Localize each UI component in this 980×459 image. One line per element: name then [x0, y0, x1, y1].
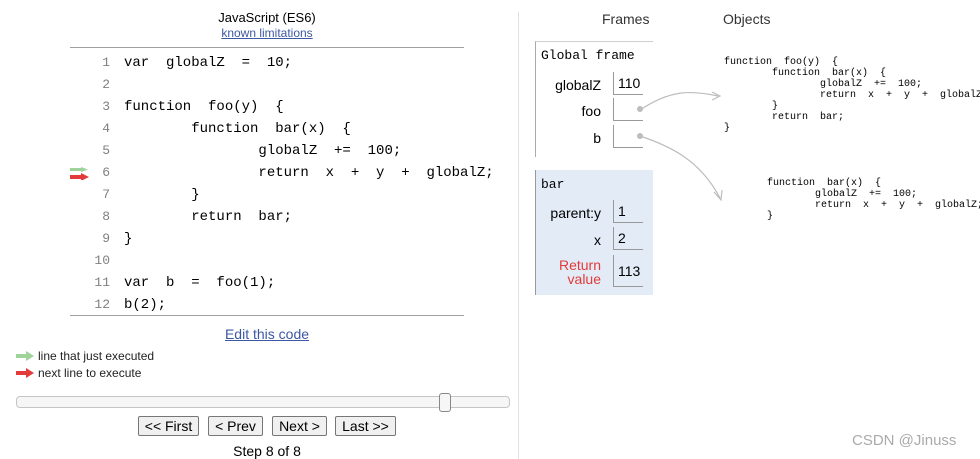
- code-line[interactable]: 2: [70, 74, 464, 96]
- execution-slider-handle[interactable]: [439, 393, 451, 412]
- var-name-x: x: [594, 232, 601, 248]
- var-value-x: 2: [613, 227, 643, 250]
- panel-divider: [518, 12, 519, 459]
- line-code-text: return bar;: [124, 209, 293, 225]
- code-listing: 1 var globalZ = 10; 2 3 function foo(y) { 4 f…: [70, 52, 494, 316]
- line-code-text: var globalZ = 10;: [124, 55, 293, 71]
- next-button[interactable]: Next >: [272, 416, 327, 436]
- red-arrow-icon: [16, 368, 34, 378]
- code-line[interactable]: 8 return bar;: [70, 206, 464, 228]
- frames-header: Frames: [602, 11, 650, 27]
- line-code-text: return x + y + globalZ;: [124, 165, 494, 181]
- line-number: 9: [102, 231, 110, 246]
- language-title: JavaScript (ES6): [218, 10, 316, 25]
- step-counter: Step 8 of 8: [233, 443, 301, 459]
- bar-function-object: function bar(x) { globalZ += 100; return…: [767, 178, 980, 222]
- line-code-text: }: [124, 231, 133, 247]
- current-line-arrow-icon: [70, 167, 89, 180]
- code-line[interactable]: 7 }: [70, 184, 464, 206]
- code-line[interactable]: 10: [70, 250, 464, 272]
- last-button[interactable]: Last >>: [335, 416, 396, 436]
- global-frame-title: Global frame: [541, 48, 635, 63]
- foo-pointer-arrow: [639, 91, 719, 111]
- line-number: 3: [102, 99, 110, 114]
- return-value-label-line2: value: [567, 271, 601, 287]
- line-number: 12: [94, 297, 110, 312]
- legend-next-to-execute-label: next line to execute: [38, 366, 142, 380]
- line-code-text: globalZ += 100;: [124, 143, 402, 159]
- watermark: CSDN @Jinuss: [852, 432, 957, 449]
- line-code-text: function bar(x) {: [124, 121, 351, 137]
- bar-frame-title: bar: [541, 177, 565, 192]
- line-number: 7: [102, 187, 110, 202]
- code-line[interactable]: 12 b(2);: [70, 294, 464, 316]
- line-number: 10: [94, 253, 110, 268]
- line-number: 6: [102, 165, 110, 180]
- line-number: 2: [102, 77, 110, 92]
- return-value-label-line1: Return: [558, 257, 601, 273]
- var-name-globalZ: globalZ: [555, 77, 601, 93]
- pointer-arrows: [639, 91, 723, 202]
- var-name-foo: foo: [581, 103, 601, 119]
- code-line[interactable]: 4 function bar(x) {: [70, 118, 464, 140]
- code-line[interactable]: 1 var globalZ = 10;: [70, 52, 464, 74]
- var-name-b: b: [593, 130, 601, 146]
- edit-code-link[interactable]: Edit this code: [0, 326, 534, 342]
- code-top-divider: [70, 47, 464, 48]
- execution-slider-track[interactable]: [16, 396, 510, 408]
- line-code-text: }: [124, 187, 200, 203]
- code-line[interactable]: 6 return x + y + globalZ;: [70, 162, 494, 184]
- return-value: 113: [613, 255, 643, 287]
- line-number: 8: [102, 209, 110, 224]
- var-name-parent-y: parent:y: [550, 205, 601, 221]
- legend-just-executed-label: line that just executed: [38, 349, 155, 363]
- known-limitations-link[interactable]: known limitations: [0, 26, 534, 40]
- foo-function-object: function foo(y) { function bar(x) { glob…: [724, 57, 980, 134]
- line-number: 4: [102, 121, 110, 136]
- light-green-arrow-icon: [16, 351, 34, 361]
- line-code-text: function foo(y) {: [124, 99, 284, 115]
- code-line[interactable]: 9}: [70, 228, 464, 250]
- objects-header: Objects: [723, 11, 771, 27]
- code-line[interactable]: 5 globalZ += 100;: [70, 140, 464, 162]
- b-pointer-arrow: [639, 135, 721, 199]
- code-line[interactable]: 3 function foo(y) {: [70, 96, 464, 118]
- prev-button[interactable]: < Prev: [208, 416, 263, 436]
- line-code-text: b(2);: [124, 297, 167, 313]
- line-number: 11: [94, 275, 110, 290]
- line-number: 1: [102, 55, 110, 70]
- line-code-text: var b = foo(1);: [124, 275, 276, 291]
- first-button[interactable]: << First: [138, 416, 199, 436]
- code-line[interactable]: 11 var b = foo(1);: [70, 272, 464, 294]
- code-bottom-divider: [70, 315, 464, 316]
- line-number: 5: [102, 143, 110, 158]
